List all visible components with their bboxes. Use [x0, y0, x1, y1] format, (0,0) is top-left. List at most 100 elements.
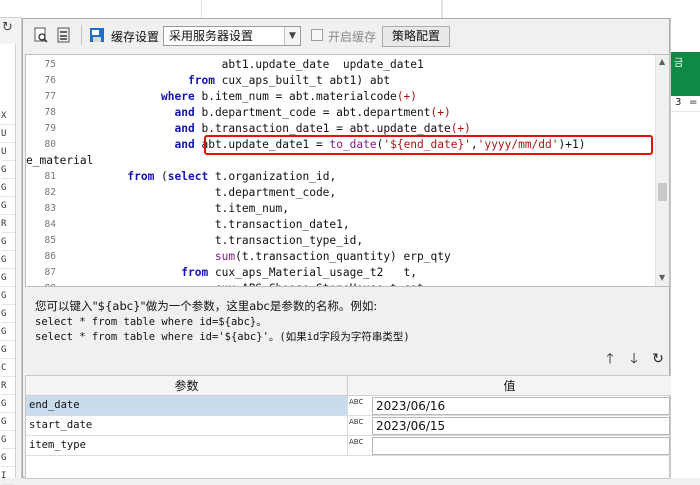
line-number: 85 — [44, 235, 56, 246]
left-grid-cell: G — [1, 288, 15, 305]
cache-settings-icon-svg — [90, 28, 104, 42]
line-number: 86 — [44, 251, 56, 262]
code-text: t.transaction_type_id, — [60, 234, 364, 247]
refresh-params-icon[interactable]: ↻ — [650, 351, 666, 367]
line-number: 84 — [44, 219, 56, 230]
parameter-row[interactable]: item_type ABC — [26, 436, 671, 456]
template-icon-svg — [57, 27, 70, 43]
parameter-row[interactable]: end_date ABC 2023/06/16 — [26, 396, 671, 416]
code-line: 88 cux_APS_Choose_StoneHouse_t cst — [26, 281, 656, 286]
code-line: 87 from cux_aps_Material_usage_t2 t, — [26, 265, 656, 281]
move-down-icon[interactable]: 🡓 — [626, 351, 642, 367]
code-line: 85 t.transaction_type_id, — [26, 233, 656, 249]
left-grid-cell: C — [1, 360, 15, 377]
left-grid-cell: G — [1, 432, 15, 449]
right-cell-value: = — [689, 97, 698, 108]
code-text: t.department_code, — [60, 186, 337, 199]
left-grid-cell: G — [1, 414, 15, 431]
code-line: e_material — [26, 153, 656, 169]
left-grid-cell: G — [1, 324, 15, 341]
code-line: 78 and b.department_code = abt.departmen… — [26, 105, 656, 121]
column-header-value: 值 — [348, 376, 671, 396]
left-grid-cell: R — [1, 378, 15, 395]
parameter-value-input[interactable]: 2023/06/15 — [372, 417, 670, 435]
cache-settings-label: 缓存设置 — [111, 30, 160, 44]
param-hint-example-1: select * from table where id=${abc}。 — [35, 316, 267, 328]
code-line: 76 from cux_aps_built_t abt1) abt — [26, 73, 656, 89]
text-type-icon[interactable]: ABC — [348, 436, 370, 455]
highlight-box — [204, 135, 653, 155]
line-number: 81 — [44, 171, 56, 182]
code-text: e_material — [26, 154, 94, 167]
scroll-down-icon[interactable]: ▼ — [659, 273, 665, 282]
top-cell — [82, 0, 202, 18]
left-grid-column: XUUGGGRGGGGGGGCRGGGGI — [0, 44, 16, 485]
left-grid-cell: G — [1, 162, 15, 179]
preview-icon-svg — [34, 27, 48, 43]
code-text: from cux_aps_Material_usage_t2 t, — [181, 266, 418, 279]
code-text: where b.item_num = abt.materialcode(+) — [161, 90, 418, 103]
left-grid-cell: U — [1, 126, 15, 143]
parameter-value-input[interactable]: 2023/06/16 — [372, 397, 670, 415]
right-header-text: 금 — [674, 58, 684, 69]
preview-icon[interactable] — [33, 27, 49, 43]
line-number: 77 — [44, 91, 56, 102]
sql-editor[interactable]: 75 abt1.update_date update_date1 76 from … — [25, 54, 670, 287]
line-number: 87 — [44, 267, 56, 278]
left-grid-cell: I — [1, 468, 15, 485]
code-text: from (select t.organization_id, — [127, 170, 337, 183]
cache-settings-icon[interactable] — [89, 27, 105, 43]
sql-query-dialog: 缓存设置 采用服务器设置 ▼ 开启缓存 策略配置 75 abt1.update_… — [22, 18, 671, 479]
left-grid-cell: R — [1, 216, 15, 233]
background-spreadsheet-top — [22, 0, 700, 18]
code-line: 82 t.department_code, — [26, 185, 656, 201]
code-text: cux_APS_Choose_StoneHouse_t cst — [60, 281, 424, 286]
policy-config-button[interactable]: 策略配置 — [382, 26, 450, 47]
scroll-up-icon[interactable]: ▲ — [659, 57, 665, 66]
right-cell-value: 3 — [675, 97, 682, 108]
code-line: 86 sum(t.transaction_quantity) erp_qty — [26, 249, 656, 265]
code-line: 77 where b.item_num = abt.materialcode(+… — [26, 89, 656, 105]
parameter-name[interactable]: item_type — [26, 436, 348, 455]
scroll-thumb[interactable] — [658, 183, 667, 201]
refresh-icon[interactable]: ↻ — [2, 20, 13, 35]
code-text: abt1.update_date update_date1 — [60, 58, 424, 71]
background-spreadsheet-right: 금 3 = — [670, 18, 700, 478]
parameter-row[interactable]: start_date ABC 2023/06/15 — [26, 416, 671, 436]
template-icon[interactable] — [56, 27, 72, 43]
background-spreadsheet-left: ↻ XUUGGGRGGGGGGGCRGGGGI — [0, 0, 22, 485]
text-type-icon[interactable]: ABC — [348, 396, 370, 415]
parameter-name[interactable]: end_date — [26, 396, 348, 415]
left-grid-cell: G — [1, 396, 15, 413]
enable-cache-label: 开启缓存 — [328, 30, 377, 44]
parameter-value-input[interactable] — [372, 437, 670, 455]
left-grid-cell: G — [1, 306, 15, 323]
text-type-icon[interactable]: ABC — [348, 416, 370, 435]
line-number: 79 — [44, 123, 56, 134]
cache-mode-value: 采用服务器设置 — [169, 29, 254, 43]
left-grid-cell: G — [1, 198, 15, 215]
top-cell — [202, 0, 442, 18]
cache-mode-select[interactable]: 采用服务器设置 ▼ — [163, 26, 301, 46]
left-grid-cell: G — [1, 180, 15, 197]
parameter-name[interactable]: start_date — [26, 416, 348, 435]
parameter-table: 参数 值 end_date ABC 2023/06/16 start_date ABC 2… — [25, 375, 671, 479]
code-line: 81 from (select t.organization_id, — [26, 169, 656, 185]
param-hint-example-2: select * from table where id='${abc}'。(如… — [35, 331, 410, 343]
line-number: 76 — [44, 75, 56, 86]
code-text: t.item_num, — [60, 202, 290, 215]
top-cell — [442, 0, 443, 18]
left-grid-cell: X — [1, 108, 15, 125]
right-header-cell: 금 — [671, 52, 700, 96]
move-up-icon[interactable]: 🡑 — [602, 351, 618, 367]
line-number: 75 — [44, 59, 56, 70]
code-text: sum(t.transaction_quantity) erp_qty — [214, 250, 451, 263]
enable-cache-checkbox[interactable] — [311, 29, 323, 41]
code-line: 75 abt1.update_date update_date1 — [26, 57, 656, 73]
chevron-down-icon[interactable]: ▼ — [284, 27, 300, 45]
code-text: and b.department_code = abt.department(+… — [174, 106, 451, 119]
code-text: from cux_aps_built_t abt1) abt — [187, 74, 391, 87]
toolbar-separator — [81, 25, 82, 45]
left-grid-cell: G — [1, 450, 15, 467]
editor-vertical-scrollbar[interactable]: ▲ ▼ — [655, 55, 669, 286]
